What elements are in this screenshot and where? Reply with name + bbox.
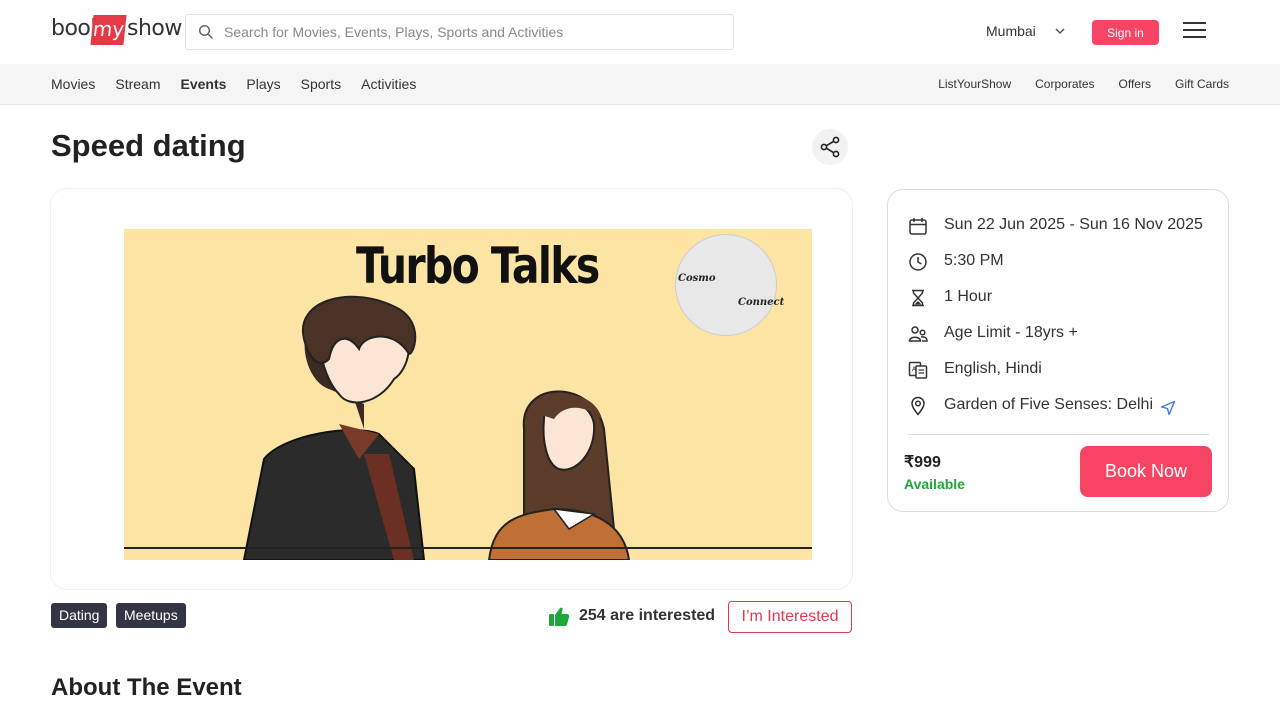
nav-plays[interactable]: Plays xyxy=(246,76,280,92)
event-age-limit: Age Limit - 18yrs + xyxy=(944,324,1078,341)
event-title: Speed dating xyxy=(51,128,246,163)
location-pin-icon xyxy=(911,396,925,416)
category-nav: Movies Stream Events Plays Sports Activi… xyxy=(0,64,1280,105)
nav-list-your-show[interactable]: ListYourShow xyxy=(938,77,1011,91)
nav-gift-cards[interactable]: Gift Cards xyxy=(1175,77,1229,91)
event-language: English, Hindi xyxy=(944,360,1042,377)
navigation-arrow-icon[interactable] xyxy=(1160,400,1176,416)
event-time: 5:30 PM xyxy=(944,252,1004,269)
search-input[interactable] xyxy=(224,15,724,49)
top-header: book my show Mumbai Sign in xyxy=(0,0,1280,64)
about-event-heading: About The Event xyxy=(51,674,242,701)
organizer-logo: Cosmo Connect xyxy=(675,234,784,336)
poster-floor-line xyxy=(124,547,812,549)
search-bar[interactable] xyxy=(185,14,734,50)
interested-count: 254 are interested xyxy=(579,607,716,624)
city-selector[interactable]: Mumbai xyxy=(986,23,1036,39)
event-duration: 1 Hour xyxy=(944,288,993,305)
event-date: Sun 22 Jun 2025 - Sun 16 Nov 2025 xyxy=(944,216,1203,233)
hamburger-menu-icon[interactable] xyxy=(1183,22,1206,40)
tag-dating[interactable]: Dating xyxy=(51,603,108,628)
nav-sports[interactable]: Sports xyxy=(301,76,341,92)
card-divider xyxy=(908,434,1209,435)
age-row: Age Limit - 18yrs + xyxy=(908,322,1218,346)
nav-corporates[interactable]: Corporates xyxy=(1035,77,1094,91)
availability-status: Available xyxy=(904,476,965,492)
date-row: Sun 22 Jun 2025 - Sun 16 Nov 2025 xyxy=(908,214,1218,238)
event-info-card: Sun 22 Jun 2025 - Sun 16 Nov 2025 5:30 P… xyxy=(887,189,1229,512)
thumbs-up-icon xyxy=(549,607,570,626)
logo-text-show: show xyxy=(127,16,182,41)
im-interested-button[interactable]: I’m Interested xyxy=(728,601,852,633)
nav-events[interactable]: Events xyxy=(180,76,226,92)
poster-logo-text-cosmo: Cosmo xyxy=(678,273,716,284)
poster-title: Turbo Talks xyxy=(356,237,600,295)
event-poster-image: Turbo Talks Cosmo Connect xyxy=(124,229,812,560)
share-button[interactable] xyxy=(812,129,848,165)
event-venue[interactable]: Garden of Five Senses: Delhi xyxy=(944,396,1153,414)
logo-text-my: my xyxy=(90,15,127,45)
book-now-button[interactable]: Book Now xyxy=(1080,446,1212,497)
hourglass-icon xyxy=(912,289,924,307)
nav-activities[interactable]: Activities xyxy=(361,76,416,92)
bookmyshow-logo[interactable]: book my show xyxy=(51,14,182,50)
nav-offers[interactable]: Offers xyxy=(1119,77,1151,91)
chevron-down-icon[interactable] xyxy=(1054,26,1066,36)
language-row: A English, Hindi xyxy=(908,358,1218,382)
sign-in-button[interactable]: Sign in xyxy=(1092,20,1159,45)
venue-row[interactable]: Garden of Five Senses: Delhi xyxy=(908,394,1218,418)
language-icon: A xyxy=(908,361,928,379)
event-banner: Turbo Talks Cosmo Connect xyxy=(51,189,852,589)
duration-row: 1 Hour xyxy=(908,286,1218,310)
people-icon xyxy=(908,326,928,342)
clock-icon xyxy=(909,253,927,271)
ticket-price: ₹999 xyxy=(904,454,941,471)
search-icon xyxy=(198,24,213,39)
poster-logo-text-connect: Connect xyxy=(738,297,785,308)
share-icon xyxy=(820,136,840,158)
nav-movies[interactable]: Movies xyxy=(51,76,95,92)
tag-meetups[interactable]: Meetups xyxy=(116,603,186,628)
nav-stream[interactable]: Stream xyxy=(115,76,160,92)
time-row: 5:30 PM xyxy=(908,250,1218,274)
calendar-icon xyxy=(909,218,927,235)
